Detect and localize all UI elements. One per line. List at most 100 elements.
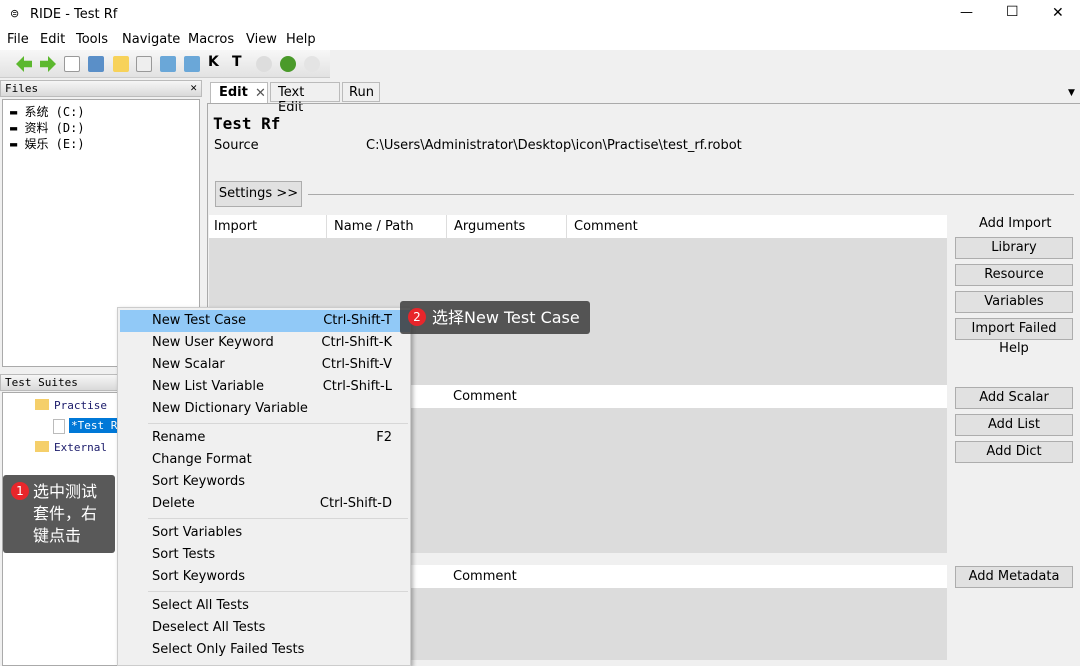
tab-label: Edit — [219, 85, 248, 100]
variables-button[interactable]: Variables — [955, 291, 1073, 313]
menu-item-sort-tests[interactable]: Sort Tests — [120, 544, 410, 566]
add-metadata-button[interactable]: Add Metadata — [955, 566, 1073, 588]
drive-label: 系统 (C:) — [24, 105, 85, 119]
settings-toggle-button[interactable]: Settings >> — [215, 181, 302, 207]
drive-e[interactable]: ▬ 娱乐 (E:) — [10, 135, 85, 152]
column-arguments: Arguments — [446, 215, 525, 238]
tree-item-external[interactable]: External — [54, 441, 107, 454]
menu-item-new-dictionary-variable[interactable]: New Dictionary Variable — [120, 398, 410, 420]
app-icon: ⊜ — [10, 7, 20, 20]
import-table-header: Import Name / Path Arguments Comment — [209, 215, 947, 238]
menu-edit[interactable]: Edit — [40, 32, 65, 47]
menu-item-sort-keywords-2[interactable]: Sort Keywords — [120, 566, 410, 588]
item-label: Select All Tests — [152, 598, 249, 613]
open-resource-icon[interactable] — [136, 56, 152, 72]
close-tab-icon[interactable]: ✕ — [255, 86, 266, 101]
import-failed-help-button[interactable]: Import Failed Help — [955, 318, 1073, 356]
menu-item-rename[interactable]: Rename F2 — [120, 427, 410, 449]
menu-item-sort-keywords[interactable]: Sort Keywords — [120, 471, 410, 493]
menu-item-new-scalar[interactable]: New Scalar Ctrl-Shift-V — [120, 354, 410, 376]
column-comment: Comment — [453, 389, 517, 404]
source-label: Source — [214, 138, 259, 153]
tab-text-edit[interactable]: Text Edit — [270, 82, 340, 115]
stop-icon[interactable] — [304, 56, 320, 72]
menu-separator — [148, 518, 408, 519]
item-label: Select Only Failed Tests — [152, 642, 305, 657]
item-label: Delete — [152, 496, 195, 511]
menu-bar: File Edit Tools Navigate Macros View Hel… — [0, 30, 1080, 50]
minimize-button[interactable]: — — [960, 5, 973, 20]
search-keywords-icon[interactable]: K — [208, 54, 219, 70]
item-label: Sort Variables — [152, 525, 243, 540]
save-all-icon[interactable] — [184, 56, 200, 72]
add-import-label: Add Import — [979, 216, 1052, 231]
menu-item-select-only-failed-tests[interactable]: Select Only Failed Tests — [120, 639, 410, 661]
close-panel-icon[interactable]: ✕ — [190, 81, 197, 94]
menu-item-delete[interactable]: Delete Ctrl-Shift-D — [120, 493, 410, 515]
library-button[interactable]: Library — [955, 237, 1073, 259]
drive-d[interactable]: ▬ 资料 (D:) — [10, 119, 85, 136]
source-path: C:\Users\Administrator\Desktop\icon\Prac… — [366, 138, 742, 153]
tab-run[interactable]: Run — [342, 82, 380, 102]
menu-macros[interactable]: Macros — [188, 32, 234, 47]
run-icon[interactable] — [256, 56, 272, 72]
tab-edit[interactable]: Edit ✕ — [210, 82, 268, 103]
menu-tools[interactable]: Tools — [76, 32, 108, 47]
menu-help[interactable]: Help — [286, 32, 316, 47]
tab-dropdown-icon[interactable]: ▼ — [1068, 88, 1075, 98]
menu-separator — [148, 423, 408, 424]
tree-item-test-rf[interactable]: *Test Rf — [69, 418, 119, 433]
close-button[interactable]: ✕ — [1052, 5, 1064, 21]
toolbar: K T — [0, 50, 330, 78]
step-badge: 1 — [11, 482, 29, 500]
menu-item-new-user-keyword[interactable]: New User Keyword Ctrl-Shift-K — [120, 332, 410, 354]
annotation-2: 2 选择New Test Case — [400, 301, 590, 334]
menu-item-deselect-all-tests[interactable]: Deselect All Tests — [120, 617, 410, 639]
item-label: Rename — [152, 430, 206, 445]
files-header-label: Files — [5, 82, 39, 95]
menu-file[interactable]: File — [7, 32, 29, 47]
annotation-1: 1 选中测试套件，右键点击 — [3, 475, 115, 553]
menu-separator — [148, 591, 408, 592]
drive-c[interactable]: ▬ 系统 (C:) — [10, 103, 85, 120]
column-comment: Comment — [453, 569, 517, 584]
item-shortcut: Ctrl-Shift-K — [321, 335, 392, 350]
item-label: Change Format — [152, 452, 252, 467]
item-label: New List Variable — [152, 379, 264, 394]
menu-item-change-format[interactable]: Change Format — [120, 449, 410, 471]
menu-item-select-all-tests[interactable]: Select All Tests — [120, 595, 410, 617]
forward-icon[interactable] — [40, 56, 56, 72]
save-icon[interactable] — [160, 56, 176, 72]
item-label: Sort Keywords — [152, 474, 246, 489]
open-directory-icon[interactable] — [113, 56, 129, 72]
file-icon — [53, 419, 65, 434]
item-shortcut: Ctrl-Shift-V — [321, 357, 392, 372]
menu-navigate[interactable]: Navigate — [122, 32, 180, 47]
item-shortcut: Ctrl-Shift-T — [323, 313, 392, 328]
add-list-button[interactable]: Add List — [955, 414, 1073, 436]
maximize-button[interactable]: ☐ — [1006, 4, 1019, 20]
add-dict-button[interactable]: Add Dict — [955, 441, 1073, 463]
column-import: Import — [214, 219, 258, 234]
add-scalar-button[interactable]: Add Scalar — [955, 387, 1073, 409]
menu-view[interactable]: View — [246, 32, 277, 47]
search-tests-icon[interactable]: T — [232, 54, 242, 70]
item-label: Deselect All Tests — [152, 620, 266, 635]
open-icon[interactable] — [88, 56, 104, 72]
tree-item-practise[interactable]: Practise — [54, 399, 107, 412]
annotation-text: 选中测试套件，右键点击 — [33, 482, 98, 545]
menu-item-sort-variables[interactable]: Sort Variables — [120, 522, 410, 544]
suite-title: Test Rf — [213, 114, 281, 133]
item-shortcut: F2 — [376, 430, 392, 445]
debug-icon[interactable] — [280, 56, 296, 72]
title-bar: ⊜ RIDE - Test Rf — ☐ ✕ — [0, 0, 1080, 30]
column-name-path: Name / Path — [326, 215, 414, 238]
item-label: New User Keyword — [152, 335, 274, 350]
item-shortcut: Ctrl-Shift-D — [319, 496, 392, 511]
resource-button[interactable]: Resource — [955, 264, 1073, 286]
step-badge: 2 — [408, 308, 426, 326]
menu-item-new-test-case[interactable]: New Test Case Ctrl-Shift-T — [120, 310, 410, 332]
back-icon[interactable] — [16, 56, 32, 72]
new-project-icon[interactable] — [64, 56, 80, 72]
menu-item-new-list-variable[interactable]: New List Variable Ctrl-Shift-L — [120, 376, 410, 398]
